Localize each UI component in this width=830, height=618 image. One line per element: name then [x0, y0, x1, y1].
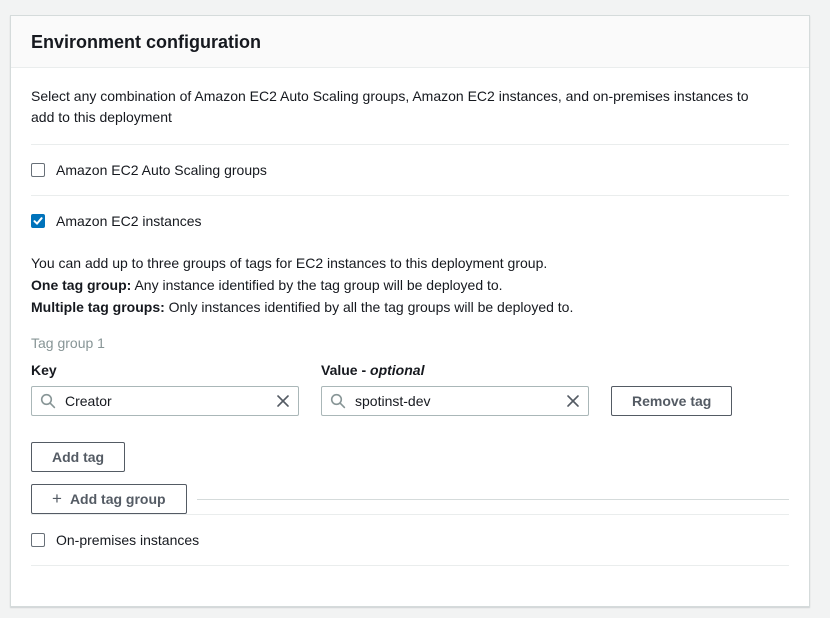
key-input-wrap	[31, 386, 299, 416]
ec2-instances-checkbox[interactable]	[31, 214, 45, 228]
checkmark-icon	[33, 216, 43, 226]
checkbox-row-ec2-instances[interactable]: Amazon EC2 instances	[31, 196, 789, 246]
value-clear-icon[interactable]	[564, 392, 582, 410]
on-premises-checkbox[interactable]	[31, 533, 45, 547]
key-label: Key	[31, 362, 299, 379]
tag-help-line-2-lead: One tag group:	[31, 277, 131, 293]
value-label: Value - optional	[321, 362, 589, 379]
value-optional-text: optional	[370, 362, 424, 378]
intro-text: Select any combination of Amazon EC2 Aut…	[31, 86, 771, 128]
add-tag-group-label: Add tag group	[70, 485, 166, 513]
key-clear-icon[interactable]	[274, 392, 292, 410]
add-tag-group-row: + Add tag group	[31, 484, 789, 514]
checkbox-row-on-premises[interactable]: On-premises instances	[31, 515, 789, 565]
checkbox-row-auto-scaling-groups[interactable]: Amazon EC2 Auto Scaling groups	[31, 145, 789, 195]
value-input-wrap	[321, 386, 589, 416]
tag-help-line-3: Multiple tag groups: Only instances iden…	[31, 296, 789, 318]
divider	[31, 565, 789, 566]
remove-tag-button[interactable]: Remove tag	[611, 386, 732, 416]
plus-icon: +	[52, 490, 62, 507]
value-input[interactable]	[321, 386, 589, 416]
tag-help-line-2-rest: Any instance identified by the tag group…	[131, 277, 502, 293]
add-tag-group-button[interactable]: + Add tag group	[31, 484, 187, 514]
panel-title: Environment configuration	[31, 32, 789, 52]
on-premises-label: On-premises instances	[56, 531, 199, 549]
panel-body: Select any combination of Amazon EC2 Aut…	[11, 86, 809, 566]
tag-help-text: You can add up to three groups of tags f…	[31, 252, 789, 318]
horizontal-rule	[197, 499, 789, 500]
ec2-instances-label: Amazon EC2 instances	[56, 212, 202, 230]
tag-help-line-1: You can add up to three groups of tags f…	[31, 252, 789, 274]
tag-fields: Key Value - optional	[31, 362, 789, 416]
tag-group-title: Tag group 1	[31, 334, 789, 352]
auto-scaling-groups-checkbox[interactable]	[31, 163, 45, 177]
add-tag-button[interactable]: Add tag	[31, 442, 125, 472]
tag-help-line-3-lead: Multiple tag groups:	[31, 299, 165, 315]
tag-help-line-3-rest: Only instances identified by all the tag…	[165, 299, 574, 315]
environment-configuration-panel: Environment configuration Select any com…	[10, 15, 810, 607]
key-input[interactable]	[31, 386, 299, 416]
tag-help-line-2: One tag group: Any instance identified b…	[31, 274, 789, 296]
auto-scaling-groups-label: Amazon EC2 Auto Scaling groups	[56, 161, 267, 179]
panel-header: Environment configuration	[11, 16, 809, 68]
value-label-text: Value -	[321, 362, 370, 378]
